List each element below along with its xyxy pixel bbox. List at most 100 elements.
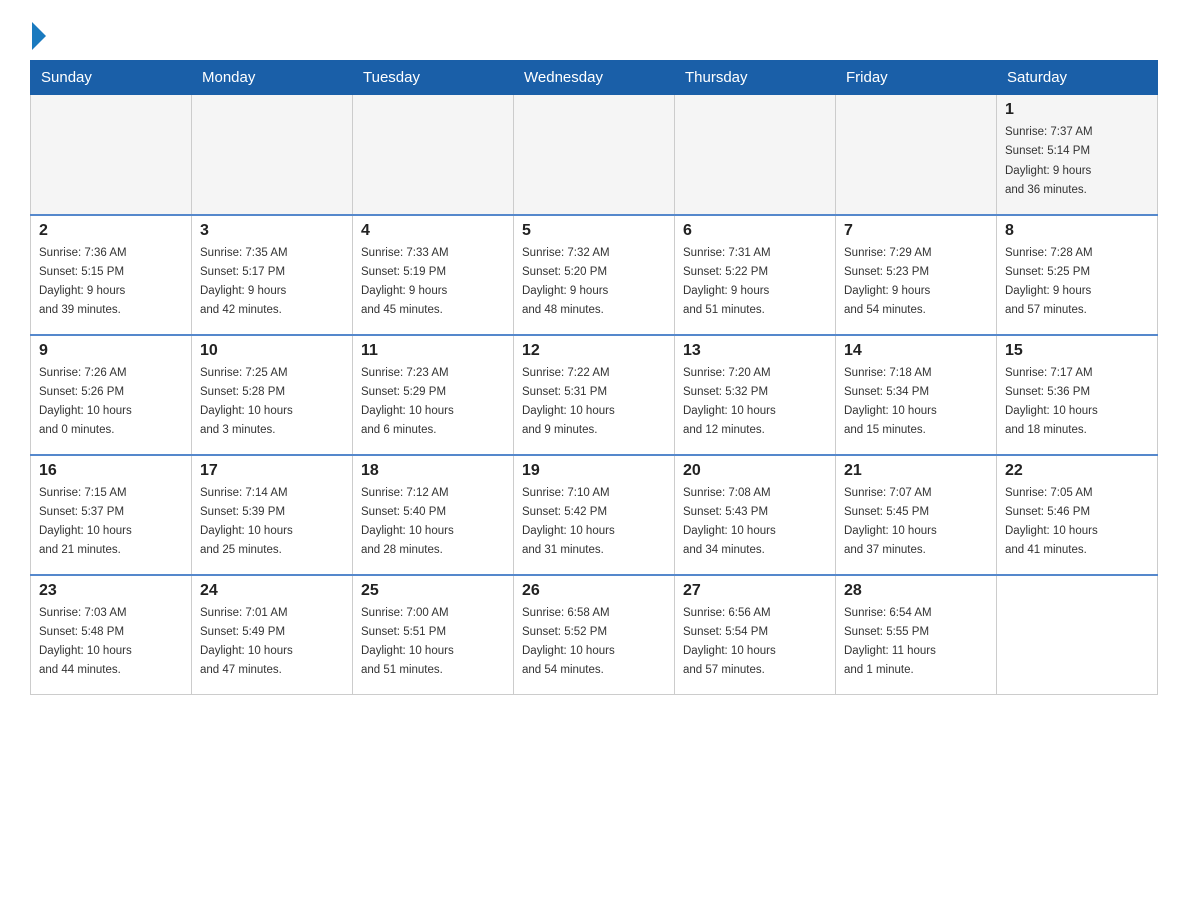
day-number: 9 xyxy=(39,342,183,360)
day-number: 27 xyxy=(683,582,827,600)
day-number: 16 xyxy=(39,462,183,480)
calendar-cell: 9 Sunrise: 7:26 AM Sunset: 5:26 PM Daylig… xyxy=(31,335,192,455)
day-number: 5 xyxy=(522,222,666,240)
calendar-cell xyxy=(836,95,997,215)
calendar-week-row: 16 Sunrise: 7:15 AM Sunset: 5:37 PM Dayli… xyxy=(31,455,1158,575)
day-number: 19 xyxy=(522,462,666,480)
calendar-cell: 24Sunrise: 7:01 AM Sunset: 5:49 PM Dayli… xyxy=(192,575,353,695)
calendar-cell: 25 Sunrise: 7:00 AM Sunset: 5:51 PM Dayli… xyxy=(353,575,514,695)
calendar-week-row: 2 Sunrise: 7:36 AM Sunset: 5:15 PM Daylig… xyxy=(31,215,1158,335)
calendar-cell xyxy=(353,95,514,215)
weekday-header-sunday: Sunday xyxy=(31,61,192,95)
day-info: Sunrise: 7:29 AM Sunset: 5:23 PM Dayligh… xyxy=(844,247,932,317)
day-number: 12 xyxy=(522,342,666,360)
weekday-header-wednesday: Wednesday xyxy=(514,61,675,95)
calendar-cell: 21 Sunrise: 7:07 AM Sunset: 5:45 PM Dayli… xyxy=(836,455,997,575)
calendar-cell: 28 Sunrise: 6:54 AM Sunset: 5:55 PM Dayli… xyxy=(836,575,997,695)
day-number: 28 xyxy=(844,582,988,600)
day-info: Sunrise: 7:31 AM Sunset: 5:22 PM Dayligh… xyxy=(683,247,771,317)
calendar-cell: 12 Sunrise: 7:22 AM Sunset: 5:31 PM Dayli… xyxy=(514,335,675,455)
day-number: 17 xyxy=(200,462,344,480)
calendar-cell: 27 Sunrise: 6:56 AM Sunset: 5:54 PM Dayli… xyxy=(675,575,836,695)
calendar-cell: 15 Sunrise: 7:17 AM Sunset: 5:36 PM Dayli… xyxy=(997,335,1158,455)
calendar-cell: 11 Sunrise: 7:23 AM Sunset: 5:29 PM Dayli… xyxy=(353,335,514,455)
weekday-header-tuesday: Tuesday xyxy=(353,61,514,95)
day-info: Sunrise: 7:08 AM Sunset: 5:43 PM Dayligh… xyxy=(683,487,776,557)
calendar-cell: 2 Sunrise: 7:36 AM Sunset: 5:15 PM Daylig… xyxy=(31,215,192,335)
day-info: Sunrise: 7:28 AM Sunset: 5:25 PM Dayligh… xyxy=(1005,247,1093,317)
day-info: Sunrise: 7:33 AM Sunset: 5:19 PM Dayligh… xyxy=(361,247,449,317)
day-number: 15 xyxy=(1005,342,1149,360)
day-number: 4 xyxy=(361,222,505,240)
calendar-cell xyxy=(31,95,192,215)
calendar-week-row: 9 Sunrise: 7:26 AM Sunset: 5:26 PM Daylig… xyxy=(31,335,1158,455)
logo xyxy=(30,20,46,50)
day-info: Sunrise: 7:12 AM Sunset: 5:40 PM Dayligh… xyxy=(361,487,454,557)
day-info: Sunrise: 7:26 AM Sunset: 5:26 PM Dayligh… xyxy=(39,367,132,437)
day-info: Sunrise: 7:14 AM Sunset: 5:39 PM Dayligh… xyxy=(200,487,293,557)
day-number: 2 xyxy=(39,222,183,240)
day-info: Sunrise: 7:10 AM Sunset: 5:42 PM Dayligh… xyxy=(522,487,615,557)
weekday-header-monday: Monday xyxy=(192,61,353,95)
day-number: 22 xyxy=(1005,462,1149,480)
calendar-cell: 18Sunrise: 7:12 AM Sunset: 5:40 PM Dayli… xyxy=(353,455,514,575)
day-info: Sunrise: 7:07 AM Sunset: 5:45 PM Dayligh… xyxy=(844,487,937,557)
logo-arrow-icon xyxy=(32,22,46,50)
calendar-table: SundayMondayTuesdayWednesdayThursdayFrid… xyxy=(30,60,1158,695)
day-info: Sunrise: 7:35 AM Sunset: 5:17 PM Dayligh… xyxy=(200,247,288,317)
day-info: Sunrise: 7:23 AM Sunset: 5:29 PM Dayligh… xyxy=(361,367,454,437)
calendar-cell: 10 Sunrise: 7:25 AM Sunset: 5:28 PM Dayli… xyxy=(192,335,353,455)
calendar-cell: 19 Sunrise: 7:10 AM Sunset: 5:42 PM Dayli… xyxy=(514,455,675,575)
calendar-cell: 23 Sunrise: 7:03 AM Sunset: 5:48 PM Dayli… xyxy=(31,575,192,695)
day-number: 25 xyxy=(361,582,505,600)
day-number: 8 xyxy=(1005,222,1149,240)
calendar-cell xyxy=(997,575,1158,695)
day-info: Sunrise: 7:36 AM Sunset: 5:15 PM Dayligh… xyxy=(39,247,127,317)
weekday-header-thursday: Thursday xyxy=(675,61,836,95)
day-info: Sunrise: 7:17 AM Sunset: 5:36 PM Dayligh… xyxy=(1005,367,1098,437)
day-info: Sunrise: 7:32 AM Sunset: 5:20 PM Dayligh… xyxy=(522,247,610,317)
day-number: 24 xyxy=(200,582,344,600)
calendar-cell: 1Sunrise: 7:37 AM Sunset: 5:14 PM Daylig… xyxy=(997,95,1158,215)
day-info: Sunrise: 7:20 AM Sunset: 5:32 PM Dayligh… xyxy=(683,367,776,437)
day-info: Sunrise: 6:58 AM Sunset: 5:52 PM Dayligh… xyxy=(522,607,615,677)
day-number: 13 xyxy=(683,342,827,360)
day-info: Sunrise: 7:15 AM Sunset: 5:37 PM Dayligh… xyxy=(39,487,132,557)
day-number: 20 xyxy=(683,462,827,480)
calendar-cell xyxy=(675,95,836,215)
day-number: 14 xyxy=(844,342,988,360)
calendar-cell: 6 Sunrise: 7:31 AM Sunset: 5:22 PM Daylig… xyxy=(675,215,836,335)
calendar-cell: 16 Sunrise: 7:15 AM Sunset: 5:37 PM Dayli… xyxy=(31,455,192,575)
day-number: 3 xyxy=(200,222,344,240)
page-header xyxy=(30,20,1158,50)
day-number: 21 xyxy=(844,462,988,480)
calendar-cell: 7 Sunrise: 7:29 AM Sunset: 5:23 PM Daylig… xyxy=(836,215,997,335)
day-info: Sunrise: 7:37 AM Sunset: 5:14 PM Dayligh… xyxy=(1005,126,1093,196)
day-number: 7 xyxy=(844,222,988,240)
day-number: 10 xyxy=(200,342,344,360)
day-number: 6 xyxy=(683,222,827,240)
day-number: 26 xyxy=(522,582,666,600)
day-number: 23 xyxy=(39,582,183,600)
day-info: Sunrise: 7:22 AM Sunset: 5:31 PM Dayligh… xyxy=(522,367,615,437)
weekday-header-saturday: Saturday xyxy=(997,61,1158,95)
day-number: 11 xyxy=(361,342,505,360)
day-info: Sunrise: 7:25 AM Sunset: 5:28 PM Dayligh… xyxy=(200,367,293,437)
calendar-week-row: 1Sunrise: 7:37 AM Sunset: 5:14 PM Daylig… xyxy=(31,95,1158,215)
calendar-cell: 17 Sunrise: 7:14 AM Sunset: 5:39 PM Dayli… xyxy=(192,455,353,575)
day-info: Sunrise: 7:03 AM Sunset: 5:48 PM Dayligh… xyxy=(39,607,132,677)
day-info: Sunrise: 7:18 AM Sunset: 5:34 PM Dayligh… xyxy=(844,367,937,437)
day-info: Sunrise: 7:05 AM Sunset: 5:46 PM Dayligh… xyxy=(1005,487,1098,557)
calendar-cell xyxy=(192,95,353,215)
calendar-cell: 13 Sunrise: 7:20 AM Sunset: 5:32 PM Dayli… xyxy=(675,335,836,455)
day-info: Sunrise: 7:00 AM Sunset: 5:51 PM Dayligh… xyxy=(361,607,454,677)
weekday-header-friday: Friday xyxy=(836,61,997,95)
calendar-cell: 3 Sunrise: 7:35 AM Sunset: 5:17 PM Daylig… xyxy=(192,215,353,335)
day-info: Sunrise: 6:56 AM Sunset: 5:54 PM Dayligh… xyxy=(683,607,776,677)
calendar-cell: 14 Sunrise: 7:18 AM Sunset: 5:34 PM Dayli… xyxy=(836,335,997,455)
calendar-header-row: SundayMondayTuesdayWednesdayThursdayFrid… xyxy=(31,61,1158,95)
calendar-cell: 22 Sunrise: 7:05 AM Sunset: 5:46 PM Dayli… xyxy=(997,455,1158,575)
day-info: Sunrise: 6:54 AM Sunset: 5:55 PM Dayligh… xyxy=(844,607,936,677)
calendar-cell: 5 Sunrise: 7:32 AM Sunset: 5:20 PM Daylig… xyxy=(514,215,675,335)
calendar-cell xyxy=(514,95,675,215)
